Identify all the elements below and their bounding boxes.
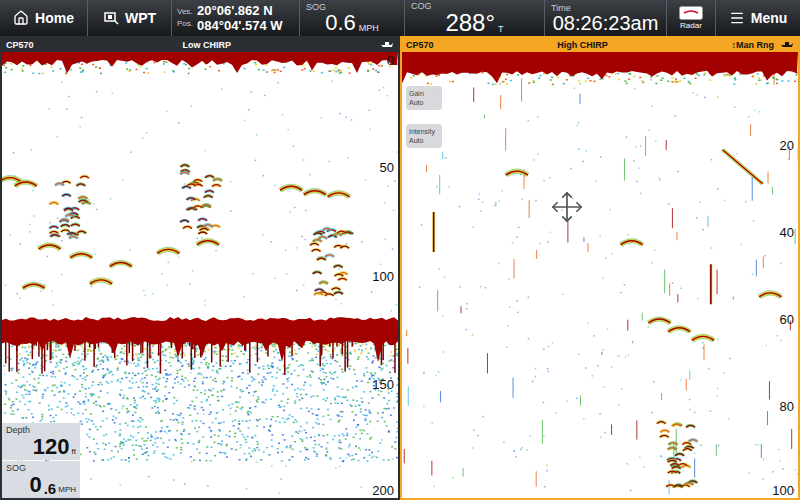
pane-source: CP570 <box>6 40 34 50</box>
waypoint-icon <box>103 10 119 26</box>
echo-column <box>433 212 434 252</box>
cog-field: COG288°T <box>405 0 545 36</box>
pane-body[interactable]: 0 50 100 150 200 Depth120ftSOG0.6MPH <box>2 52 398 498</box>
range-mode[interactable]: ↕Man Rng <box>732 40 775 50</box>
fish-school <box>310 228 353 295</box>
fish-arch <box>621 241 643 245</box>
pane-header: CP570 Low CHIRP <box>2 38 398 52</box>
time-field: Time08:26:23am <box>545 0 667 36</box>
radar-button[interactable]: Radar <box>667 0 715 36</box>
pane-mode: High CHIRP <box>440 40 726 50</box>
pane-body[interactable]: 20 40 60 80 100 GainAuto IntensityAuto <box>402 52 798 498</box>
radar-icon <box>679 6 703 20</box>
sonar-pane[interactable]: CP570 High CHIRP ↕Man Rng 20 40 60 80 100 GainAu… <box>400 36 800 500</box>
echo-column <box>710 264 711 304</box>
fish-arch <box>70 254 92 258</box>
surface-clutter <box>402 52 798 85</box>
fish-arch <box>304 191 326 195</box>
setting-box[interactable]: IntensityAuto <box>406 124 442 148</box>
fish-streak <box>723 150 763 184</box>
fish-arch <box>328 193 350 197</box>
chartplotter-screen: HomeWPTVes.Pos.20°06'.862 N084°04'.574 W… <box>0 0 800 500</box>
fish-arch <box>759 293 781 297</box>
depth-scale-label: 150 <box>372 378 394 391</box>
boat-icon <box>380 41 394 49</box>
cursor[interactable] <box>550 190 584 224</box>
fish-arch <box>110 262 132 266</box>
seabed <box>2 317 398 462</box>
cursor-move-icon <box>550 190 584 224</box>
sog-field: SOG0.6MPH <box>300 0 405 36</box>
pane-source: CP570 <box>406 40 434 50</box>
fish-arch <box>15 182 37 186</box>
fish-school <box>49 176 90 238</box>
readout-box[interactable]: SOG0.6MPH <box>2 461 80 498</box>
sonar-panes: CP570 Low CHIRP 0 50 100 150 200 Depth120ftSOG0… <box>0 36 800 500</box>
fish-arch <box>2 178 21 182</box>
fish-arch <box>90 280 112 284</box>
depth-scale-label: 60 <box>780 313 794 326</box>
sonar-pane[interactable]: CP570 Low CHIRP 0 50 100 150 200 Depth120ftSOG0… <box>0 36 400 500</box>
fish-arch <box>506 171 528 175</box>
fish-school <box>180 165 222 234</box>
vessel-position: Ves.Pos.20°06'.862 N084°04'.574 W <box>172 0 300 36</box>
home-icon <box>13 10 29 26</box>
longitude: 084°04'.574 W <box>197 18 283 33</box>
depth-scale-label: 50 <box>380 160 394 173</box>
latitude: 20°06'.862 N <box>197 3 283 18</box>
pane-header: CP570 High CHIRP ↕Man Rng <box>402 38 798 52</box>
depth-scale-label: 40 <box>780 226 794 239</box>
fish-arch <box>39 245 61 249</box>
setting-box[interactable]: GainAuto <box>406 86 442 110</box>
menu-button[interactable]: Menu <box>715 0 800 36</box>
data-readouts: Depth120ftSOG0.6MPH <box>2 423 80 498</box>
fish-arch <box>197 241 219 245</box>
depth-scale-label: 100 <box>772 484 794 497</box>
depth-scale-label: 80 <box>780 400 794 413</box>
depth-scale-label: 100 <box>372 269 394 282</box>
waypoint-button[interactable]: WPT <box>88 0 172 36</box>
pane-mode: Low CHIRP <box>40 40 374 50</box>
fish-arch <box>157 249 179 253</box>
depth-scale-label: 200 <box>372 484 394 497</box>
surface-clutter <box>2 52 398 74</box>
fish-arch <box>280 186 302 190</box>
readout-box[interactable]: Depth120ft <box>2 423 80 460</box>
settings-overlay: GainAuto IntensityAuto <box>406 86 442 148</box>
boat-icon <box>780 41 794 49</box>
menu-icon <box>729 10 745 26</box>
top-bar: HomeWPTVes.Pos.20°06'.862 N084°04'.574 W… <box>0 0 800 36</box>
fish-arch <box>23 284 45 288</box>
fish-arch <box>692 336 714 340</box>
depth-scale-label: 20 <box>780 139 794 152</box>
fish-school <box>657 422 698 488</box>
depth-scale-label: 0 <box>387 54 394 67</box>
home-button[interactable]: Home <box>0 0 88 36</box>
fish-arch <box>648 319 670 323</box>
echogram[interactable] <box>402 52 798 498</box>
fish-arch <box>668 328 690 332</box>
